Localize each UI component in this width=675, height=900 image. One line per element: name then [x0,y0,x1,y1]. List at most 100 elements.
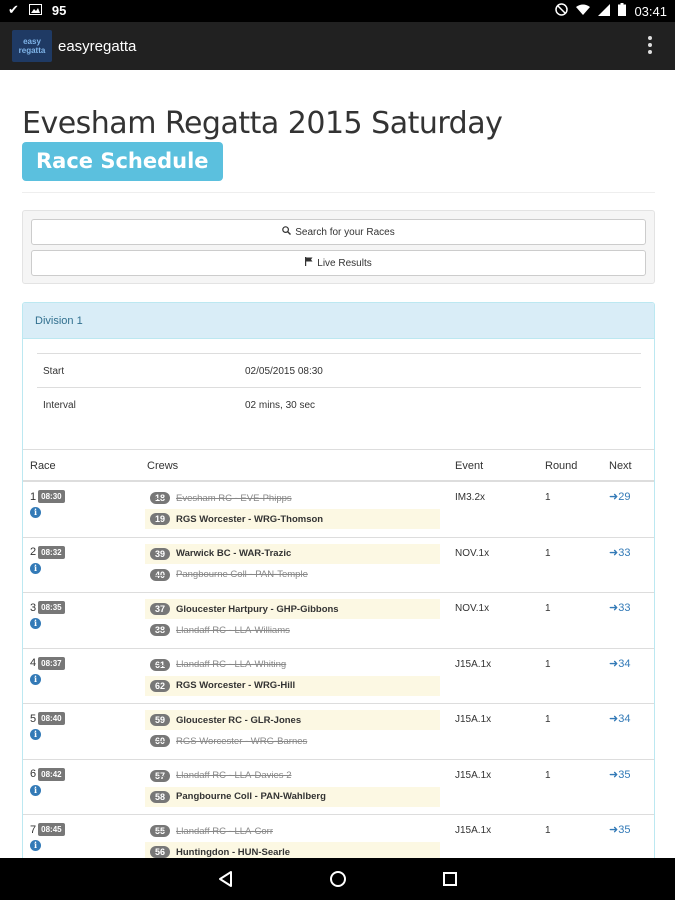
live-results-label: Live Results [317,257,372,269]
division-heading: Division 1 [23,303,654,339]
event-cell: NOV.1x [455,547,490,559]
search-races-button[interactable]: Search for your Races [31,219,646,245]
search-icon [282,226,292,238]
interval-value: 02 mins, 30 sec [245,400,316,411]
crew-entry[interactable]: 59 Gloucester RC - GLR-Jones [145,710,440,730]
info-icon[interactable]: i [30,840,41,851]
round-cell: 1 [545,603,551,614]
next-race-link[interactable]: ➜35 [609,768,630,781]
image-icon [28,3,42,18]
crew-entry[interactable]: 62 RGS Worcester - WRG-Hill [145,675,440,696]
arrow-right-icon: ➜ [609,713,619,725]
race-number: 2 [30,546,37,558]
crew-number: 40 [150,568,171,581]
next-race-link[interactable]: ➜35 [609,823,630,836]
info-icon[interactable]: i [30,562,41,574]
round-cell: 1 [545,658,551,670]
event-cell: IM3.2x [455,492,486,503]
next-race-number: 34 [618,713,631,725]
divider [22,192,655,193]
interval-row: Interval 02 mins, 30 sec [37,387,641,421]
search-races-label: Search for your Races [295,226,395,238]
crew-entry[interactable]: 55 Llandaff RC - LLA-Corr [145,821,440,841]
table-header: Race Crews Event Round Next [23,449,654,482]
back-icon[interactable] [216,869,236,889]
arrow-right-icon: ➜ [609,491,619,503]
next-race-link[interactable]: ➜29 [609,490,630,503]
next-race-link[interactable]: ➜34 [609,712,630,725]
race-cell: 1 08:30 [30,490,65,503]
table-row: 1 08:30 i 18 Evesham RC - EVE-Phipps 19 RGS Wo… [23,482,654,538]
table-row: 4 08:37 i 61 Llandaff RC - LLA-Whiting 62 RGS … [23,649,654,704]
crew-entry[interactable]: 60 RGS Worcester - WRG-Barnes [145,731,440,751]
crew-entry[interactable]: 61 Llandaff RC - LLA-Whiting [145,655,440,675]
crew-entry[interactable]: 37 Gloucester Hartpury - GHP-Gibbons [145,599,440,619]
info-icon[interactable]: i [30,618,41,629]
crew-entry[interactable]: 18 Evesham RC - EVE-Phipps [145,488,440,508]
crew-number: 18 [150,492,171,504]
battery-icon [618,3,627,19]
crew-number: 38 [150,624,171,636]
crew-entry[interactable]: 40 Pangbourne Coll - PAN-Temple [145,565,440,585]
arrow-right-icon: ➜ [609,657,619,670]
crew-number: 62 [150,679,171,692]
race-cell: 3 08:35 [30,601,65,614]
race-time: 08:40 [38,712,65,725]
home-icon[interactable] [328,869,348,889]
start-value: 02/05/2015 08:30 [245,366,323,377]
race-cell: 7 08:45 [30,823,65,836]
event-cell: NOV.1x [455,603,490,614]
race-time: 08:30 [38,490,65,503]
header-race: Race [30,460,56,472]
info-icon[interactable]: i [30,507,41,518]
crew-number: 19 [150,513,171,525]
race-number: 5 [30,712,37,725]
race-cell: 2 08:32 [30,545,65,559]
header-next: Next [609,460,632,472]
round-cell: 1 [545,769,551,781]
crew-number: 61 [150,658,171,671]
race-time: 08:32 [38,545,65,559]
next-race-link[interactable]: ➜33 [609,546,630,559]
next-race-number: 33 [618,602,631,614]
crew-number: 59 [150,714,171,726]
race-number: 6 [30,768,37,780]
overflow-menu-icon[interactable] [647,36,653,54]
crew-entry[interactable]: 19 RGS Worcester - WRG-Thomson [145,509,440,529]
crew-entry[interactable]: 56 Huntingdon - HUN-Searle [145,842,440,858]
race-number: 7 [30,823,37,836]
event-cell: J15A.1x [455,825,492,836]
next-race-number: 35 [618,824,631,836]
crew-name: Warwick BC - WAR-Trazic [176,548,292,559]
crew-name: RGS Worcester - WRG-Thomson [176,513,324,525]
table-row: 7 08:45 i 55 Llandaff RC - LLA-Corr 56 Hunting… [23,815,654,858]
crew-entry[interactable]: 58 Pangbourne Coll - PAN-Wahlberg [145,786,440,807]
table-row: 3 08:35 i 37 Gloucester Hartpury - GHP-Gibbo… [23,593,654,649]
header-event: Event [455,460,484,472]
start-row: Start 02/05/2015 08:30 [37,353,641,387]
crew-entry[interactable]: 57 Llandaff RC - LLA-Davies 2 [145,766,440,786]
next-race-link[interactable]: ➜34 [609,657,630,670]
dnd-icon [555,3,569,19]
race-time: 08:35 [38,601,65,614]
next-race-link[interactable]: ➜33 [609,601,630,614]
info-icon[interactable]: i [30,673,41,685]
wifi-icon [576,4,591,19]
crew-number: 39 [150,547,171,560]
crew-name: RGS Worcester - WRG-Hill [176,680,296,691]
crew-number: 56 [150,846,171,858]
crew-entry[interactable]: 38 Llandaff RC - LLA-Williams [145,620,440,640]
crew-name: Gloucester RC - GLR-Jones [176,714,302,726]
page-title: Evesham Regatta 2015 Saturday [22,106,503,141]
page-subtitle: Race Schedule [22,142,223,181]
crew-entry[interactable]: 39 Warwick BC - WAR-Trazic [145,543,440,564]
event-cell: J15A.1x [455,658,492,670]
race-number: 3 [30,601,37,614]
live-results-button[interactable]: Live Results [31,250,646,276]
round-cell: 1 [545,492,551,503]
info-icon[interactable]: i [30,784,41,796]
app-title: easyregatta [58,37,137,55]
info-icon[interactable]: i [30,729,41,740]
recents-icon[interactable] [440,869,460,889]
table-body: 1 08:30 i 18 Evesham RC - EVE-Phipps 19 RGS Wo… [23,482,654,858]
